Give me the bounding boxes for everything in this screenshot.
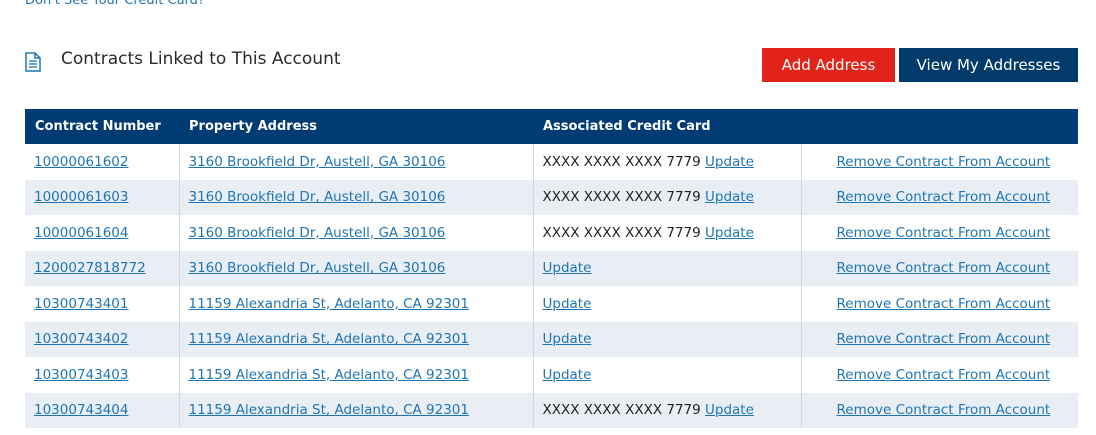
- remove-contract-cell: Remove Contract From Account: [800, 357, 1078, 393]
- update-card-link[interactable]: Update: [543, 367, 592, 383]
- remove-contract-cell: Remove Contract From Account: [800, 286, 1078, 322]
- contract-number-link[interactable]: 10300743402: [34, 331, 128, 347]
- remove-contract-link[interactable]: Remove Contract From Account: [837, 296, 1051, 312]
- contract-number-cell: 10300743402: [25, 322, 179, 358]
- remove-contract-link[interactable]: Remove Contract From Account: [837, 225, 1051, 241]
- credit-card-cell: XXXX XXXX XXXX 7779 Update: [532, 179, 801, 215]
- remove-contract-cell: Remove Contract From Account: [800, 179, 1078, 215]
- contract-number-link[interactable]: 10300743404: [34, 402, 128, 418]
- credit-card-cell: Update: [532, 321, 801, 357]
- credit-card-cell: XXXX XXXX XXXX 7779 Update: [532, 392, 801, 428]
- table-row: 10300743402 11159 Alexandria St, Adelanto…: [25, 321, 1078, 358]
- masked-card-number: XXXX XXXX XXXX 7779: [542, 402, 701, 419]
- contract-number-link[interactable]: 1200027818772: [34, 260, 146, 276]
- remove-contract-link[interactable]: Remove Contract From Account: [837, 331, 1051, 347]
- masked-card-number: XXXX XXXX XXXX 7779: [542, 153, 701, 170]
- update-card-link[interactable]: Update: [705, 154, 754, 170]
- property-address-cell: 3160 Brookfield Dr, Austell, GA 30106: [178, 250, 533, 286]
- remove-contract-link[interactable]: Remove Contract From Account: [837, 260, 1051, 276]
- contract-number-link[interactable]: 10300743401: [34, 296, 128, 312]
- contract-number-cell: 10000061603: [25, 180, 179, 216]
- column-header-actions: [801, 109, 1078, 144]
- property-address-cell: 11159 Alexandria St, Adelanto, CA 92301: [178, 357, 533, 393]
- property-address-cell: 3160 Brookfield Dr, Austell, GA 30106: [178, 215, 533, 251]
- contract-number-cell: 1200027818772: [25, 251, 179, 287]
- contract-number-cell: 10000061602: [25, 144, 179, 180]
- table-row: 10000061603 3160 Brookfield Dr, Austell, …: [25, 179, 1078, 216]
- document-icon: [24, 52, 42, 72]
- contract-number-cell: 10300743401: [25, 286, 179, 322]
- remove-contract-cell: Remove Contract From Account: [800, 215, 1078, 251]
- table-header-row: Contract Number Property Address Associa…: [25, 109, 1078, 144]
- section-title: Contracts Linked to This Account: [61, 49, 341, 69]
- contracts-table-body: 10000061602 3160 Brookfield Dr, Austell, …: [25, 144, 1078, 428]
- contract-number-link[interactable]: 10000061602: [34, 154, 128, 170]
- property-address-link[interactable]: 11159 Alexandria St, Adelanto, CA 92301: [189, 367, 469, 383]
- property-address-cell: 11159 Alexandria St, Adelanto, CA 92301: [178, 392, 533, 428]
- credit-card-cell: XXXX XXXX XXXX 7779 Update: [532, 144, 801, 180]
- property-address-cell: 11159 Alexandria St, Adelanto, CA 92301: [178, 321, 533, 357]
- update-card-link[interactable]: Update: [543, 260, 592, 276]
- property-address-link[interactable]: 11159 Alexandria St, Adelanto, CA 92301: [189, 331, 469, 347]
- update-card-link[interactable]: Update: [543, 296, 592, 312]
- remove-contract-link[interactable]: Remove Contract From Account: [837, 154, 1051, 170]
- property-address-cell: 11159 Alexandria St, Adelanto, CA 92301: [178, 286, 533, 322]
- update-card-link[interactable]: Update: [705, 225, 754, 241]
- update-card-link[interactable]: Update: [705, 402, 754, 418]
- remove-contract-link[interactable]: Remove Contract From Account: [837, 189, 1051, 205]
- contract-number-link[interactable]: 10000061603: [34, 189, 128, 205]
- contract-number-cell: 10300743403: [25, 357, 179, 393]
- credit-card-cell: Update: [532, 286, 801, 322]
- table-row: 10000061602 3160 Brookfield Dr, Austell, …: [25, 144, 1078, 180]
- update-card-link[interactable]: Update: [543, 331, 592, 347]
- credit-card-cell: XXXX XXXX XXXX 7779 Update: [532, 215, 801, 251]
- table-row: 10300743404 11159 Alexandria St, Adelanto…: [25, 392, 1078, 429]
- property-address-link[interactable]: 3160 Brookfield Dr, Austell, GA 30106: [189, 154, 446, 170]
- property-address-link[interactable]: 11159 Alexandria St, Adelanto, CA 92301: [189, 296, 469, 312]
- property-address-link[interactable]: 3160 Brookfield Dr, Austell, GA 30106: [189, 189, 446, 205]
- add-address-button[interactable]: Add Address: [762, 48, 895, 82]
- contract-number-link[interactable]: 10000061604: [34, 225, 128, 241]
- table-row: 10300743401 11159 Alexandria St, Adelanto…: [25, 286, 1078, 322]
- credit-card-cell: Update: [532, 250, 801, 286]
- table-row: 10300743403 11159 Alexandria St, Adelanto…: [25, 357, 1078, 393]
- view-my-addresses-button[interactable]: View My Addresses: [899, 48, 1078, 82]
- dont-see-credit-card-link[interactable]: Don't See Your Credit Card?: [25, 0, 205, 8]
- contract-number-cell: 10300743404: [25, 393, 179, 429]
- contract-number-link[interactable]: 10300743403: [34, 367, 128, 383]
- update-card-link[interactable]: Update: [705, 189, 754, 205]
- table-row: 1200027818772 3160 Brookfield Dr, Austell…: [25, 250, 1078, 287]
- remove-contract-cell: Remove Contract From Account: [800, 144, 1078, 180]
- remove-contract-link[interactable]: Remove Contract From Account: [837, 402, 1051, 418]
- property-address-link[interactable]: 3160 Brookfield Dr, Austell, GA 30106: [189, 225, 446, 241]
- contract-number-cell: 10000061604: [25, 215, 179, 251]
- remove-contract-cell: Remove Contract From Account: [800, 321, 1078, 357]
- masked-card-number: XXXX XXXX XXXX 7779: [542, 189, 701, 206]
- contracts-section-header: Contracts Linked to This Account Add Add…: [24, 48, 1078, 82]
- column-header-contract-number: Contract Number: [35, 119, 161, 134]
- contracts-table: Contract Number Property Address Associa…: [25, 109, 1078, 428]
- credit-card-cell: Update: [532, 357, 801, 393]
- table-row: 10000061604 3160 Brookfield Dr, Austell, …: [25, 215, 1078, 251]
- column-header-associated-credit-card: Associated Credit Card: [543, 119, 711, 134]
- remove-contract-link[interactable]: Remove Contract From Account: [837, 367, 1051, 383]
- remove-contract-cell: Remove Contract From Account: [800, 250, 1078, 286]
- property-address-cell: 3160 Brookfield Dr, Austell, GA 30106: [178, 144, 533, 180]
- masked-card-number: XXXX XXXX XXXX 7779: [542, 224, 701, 241]
- remove-contract-cell: Remove Contract From Account: [800, 392, 1078, 428]
- property-address-link[interactable]: 3160 Brookfield Dr, Austell, GA 30106: [189, 260, 446, 276]
- column-header-property-address: Property Address: [189, 119, 317, 134]
- property-address-cell: 3160 Brookfield Dr, Austell, GA 30106: [178, 179, 533, 215]
- property-address-link[interactable]: 11159 Alexandria St, Adelanto, CA 92301: [189, 402, 469, 418]
